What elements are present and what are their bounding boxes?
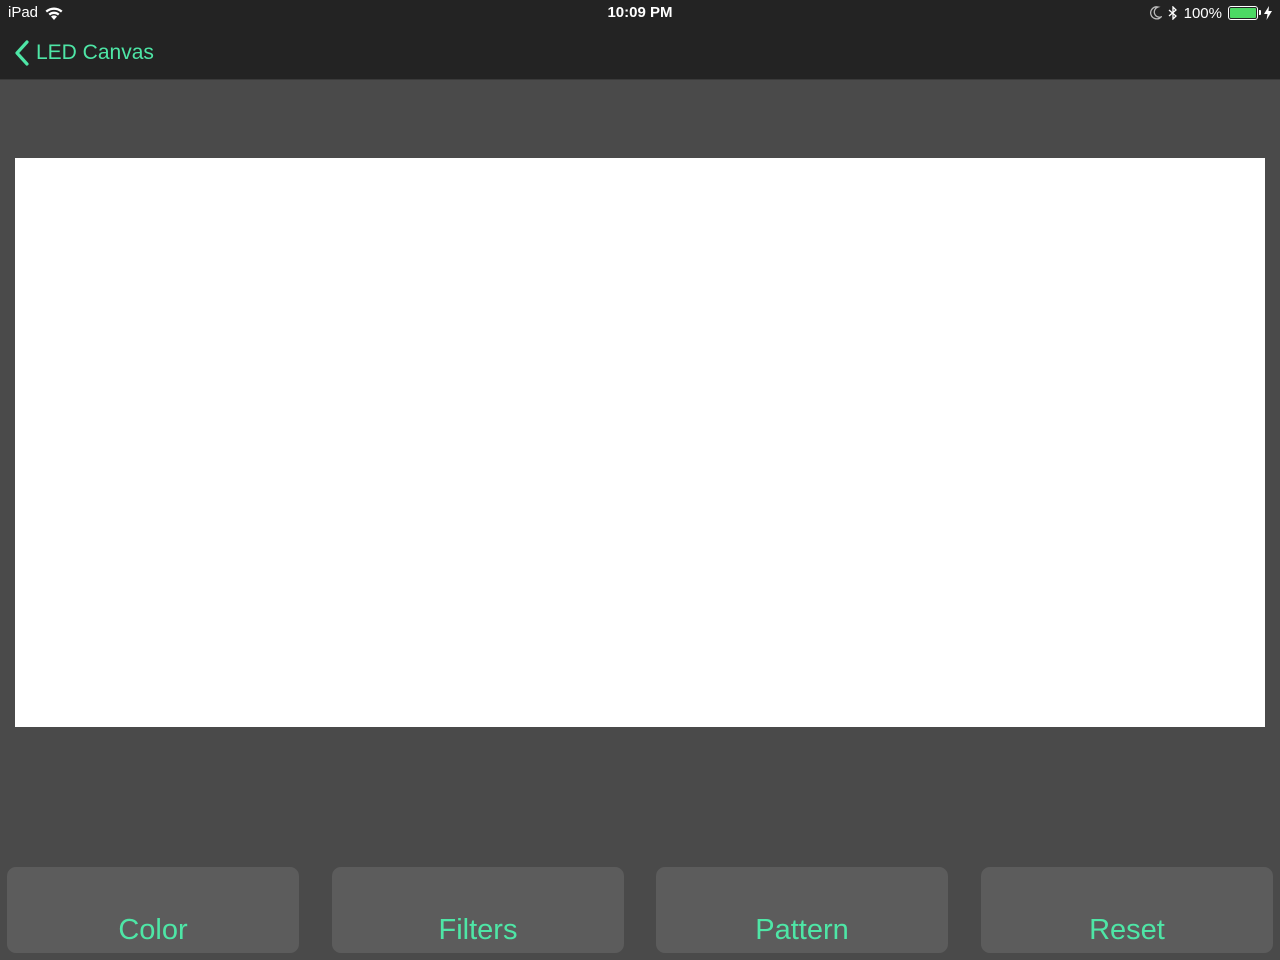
reset-button-label: Reset [1089, 914, 1165, 946]
color-button[interactable]: Color [7, 867, 299, 953]
back-button[interactable]: LED Canvas [14, 38, 154, 68]
pattern-button-label: Pattern [755, 914, 849, 946]
filters-button[interactable]: Filters [332, 867, 624, 953]
color-button-label: Color [118, 914, 188, 946]
pattern-button[interactable]: Pattern [656, 867, 948, 953]
back-button-label: LED Canvas [36, 41, 154, 64]
navigation-bar: iPad 10:09 PM 100% LED Canvas [0, 0, 1280, 80]
status-bar: iPad 10:09 PM 100% [0, 0, 1280, 26]
chevron-left-icon [15, 40, 29, 66]
charging-bolt-icon [1264, 6, 1272, 20]
status-time: 10:09 PM [607, 4, 673, 21]
battery-percent: 100% [1183, 4, 1222, 22]
moon-icon [1149, 6, 1162, 20]
battery-icon [1228, 6, 1261, 20]
filters-button-label: Filters [438, 914, 518, 946]
battery-fill [1230, 8, 1256, 18]
battery-nub [1259, 10, 1261, 15]
bluetooth-icon [1168, 6, 1177, 20]
status-right-group: 100% [1149, 4, 1272, 22]
reset-button[interactable]: Reset [981, 867, 1273, 953]
led-canvas[interactable] [15, 158, 1265, 727]
